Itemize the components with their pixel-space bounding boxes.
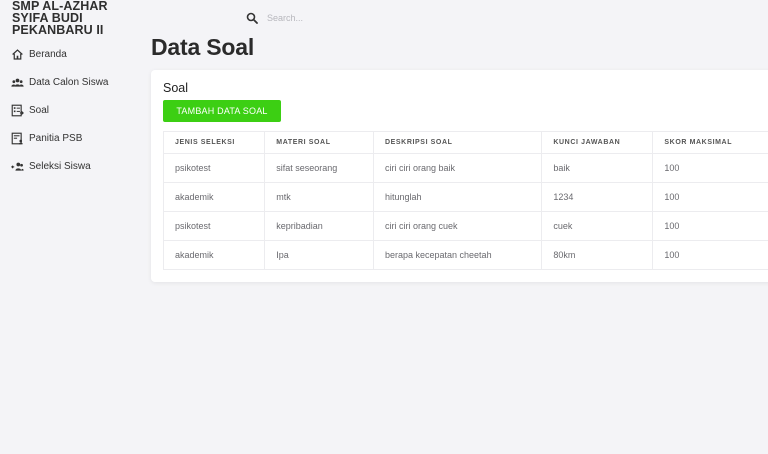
column-header-skor-maksimal: SKOR MAKSIMAL <box>652 131 768 154</box>
sidebar-item-label: Panitia PSB <box>29 132 83 144</box>
column-header-deskripsi-soal: DESKRIPSI SOAL <box>372 131 543 154</box>
sidebar-item-data-calon-siswa[interactable]: Data Calon Siswa <box>0 68 140 96</box>
table-cell: cuek <box>541 211 654 241</box>
table-row: akademik Ipa berapa kecepatan cheetah 80… <box>162 240 768 270</box>
table-cell: 1234 <box>541 182 654 212</box>
soal-card: Soal TAMBAH DATA SOAL JENIS SELEKSI MATE… <box>151 70 768 282</box>
sidebar-item-panitia-psb[interactable]: Panitia PSB <box>0 124 140 152</box>
home-icon <box>10 47 24 61</box>
table-cell: kepribadian <box>264 211 374 241</box>
table-cell: psikotest <box>162 211 266 241</box>
sidebar-item-label: Beranda <box>29 48 67 60</box>
table-cell: 100 <box>652 153 768 183</box>
table-cell: akademik <box>162 240 266 270</box>
search-input[interactable] <box>267 13 407 23</box>
sidebar-nav: Beranda Data Calon Siswa Soal Panitia PS… <box>0 40 140 180</box>
user-group-icon <box>10 159 24 173</box>
table-header-row: JENIS SELEKSI MATERI SOAL DESKRIPSI SOAL… <box>162 131 768 154</box>
table-cell: 80km <box>541 240 654 270</box>
users-icon <box>10 75 24 89</box>
table-cell: psikotest <box>162 153 266 183</box>
column-header-jenis-seleksi: JENIS SELEKSI <box>162 131 266 154</box>
table-cell: 100 <box>652 240 768 270</box>
add-soal-button[interactable]: TAMBAH DATA SOAL <box>163 100 281 122</box>
top-search-bar <box>246 9 407 27</box>
sidebar-item-label: Seleksi Siswa <box>29 160 91 172</box>
soal-table: JENIS SELEKSI MATERI SOAL DESKRIPSI SOAL… <box>162 131 768 270</box>
search-icon[interactable] <box>246 12 258 24</box>
id-card-icon <box>10 131 24 145</box>
table-row: psikotest sifat seseorang ciri ciri oran… <box>162 153 768 183</box>
page-title: Data Soal <box>151 34 255 60</box>
sidebar-item-seleksi-siswa[interactable]: Seleksi Siswa <box>0 152 140 180</box>
brand-name[interactable]: SMP AL-AZHAR SYIFA BUDI PEKANBARU II <box>12 0 132 36</box>
table-row: psikotest kepribadian ciri ciri orang cu… <box>162 211 768 241</box>
table-cell: baik <box>541 153 654 183</box>
table-cell: mtk <box>264 182 374 212</box>
table-row: akademik mtk hitunglah 1234 100 <box>162 182 768 212</box>
sidebar-item-label: Data Calon Siswa <box>29 76 109 88</box>
table-cell: ciri ciri orang cuek <box>372 211 543 241</box>
column-header-materi-soal: MATERI SOAL <box>264 131 374 154</box>
brand-line-3: PEKANBARU II <box>12 23 104 37</box>
sidebar-item-label: Soal <box>29 104 50 116</box>
document-list-icon <box>10 103 24 117</box>
table-cell: akademik <box>162 182 266 212</box>
sidebar-item-soal[interactable]: Soal <box>0 96 140 124</box>
table-cell: hitunglah <box>372 182 543 212</box>
table-cell: 100 <box>652 182 768 212</box>
table-cell: ciri ciri orang baik <box>372 153 543 183</box>
sidebar: SMP AL-AZHAR SYIFA BUDI PEKANBARU II Ber… <box>0 0 140 454</box>
sidebar-item-beranda[interactable]: Beranda <box>0 40 140 68</box>
table-cell: 100 <box>652 211 768 241</box>
table-cell: berapa kecepatan cheetah <box>372 240 543 270</box>
card-title: Soal <box>163 81 189 95</box>
column-header-kunci-jawaban: KUNCI JAWABAN <box>541 131 654 154</box>
table-cell: Ipa <box>264 240 374 270</box>
table-cell: sifat seseorang <box>264 153 374 183</box>
